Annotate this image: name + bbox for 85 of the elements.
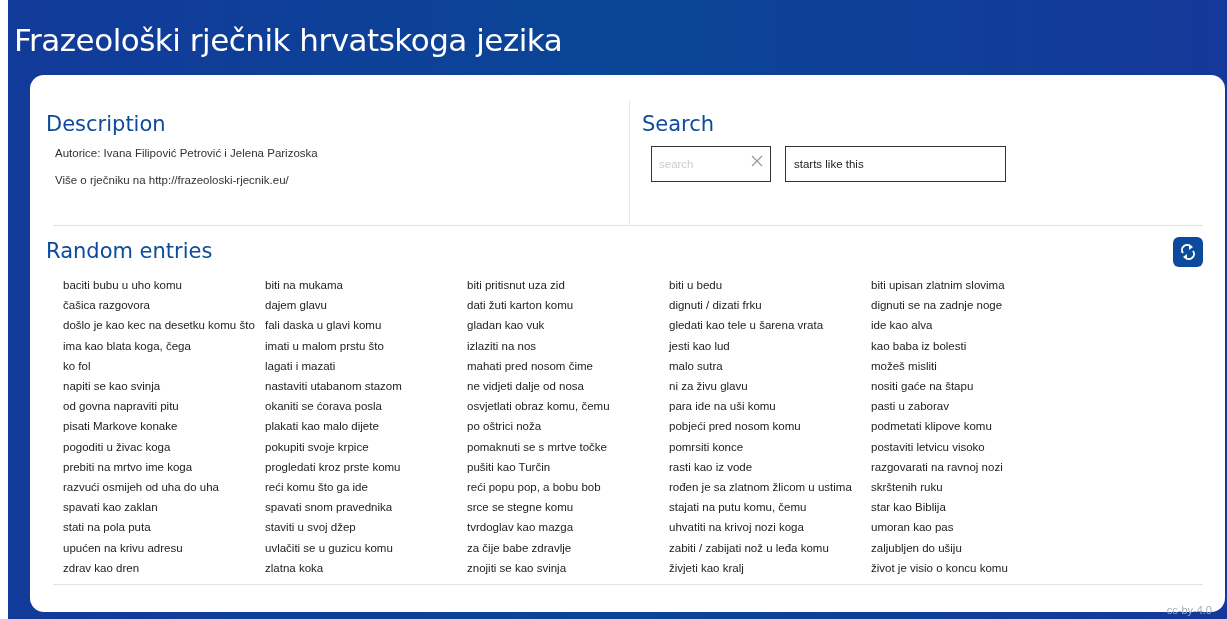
entry-link[interactable]: znojiti se kao svinja: [467, 560, 669, 576]
entry-link[interactable]: para ide na uši komu: [669, 399, 871, 414]
entry-link[interactable]: biti upisan zlatnim slovima: [871, 278, 1073, 293]
entry-link[interactable]: zdrav kao dren: [63, 560, 265, 576]
entry-link[interactable]: za čije babe zdravlje: [467, 540, 669, 555]
entry-link[interactable]: zlatna koka: [265, 560, 467, 576]
entry-link[interactable]: podmetati klipove komu: [871, 419, 1073, 434]
entry-link[interactable]: razgovarati na ravnoj nozi: [871, 459, 1073, 475]
entry-link[interactable]: pomaknuti se s mrtve točke: [467, 439, 669, 454]
entry-link[interactable]: pomrsiti konce: [669, 439, 871, 454]
entry-link[interactable]: ide kao alva: [871, 318, 1073, 333]
description-text: Autorice: Ivana Filipović Petrović i Jelena Parizoska: [55, 146, 319, 160]
entry-link[interactable]: pisati Markove konake: [63, 419, 265, 434]
entry-link[interactable]: uhvatiti na krivoj nozi koga: [669, 520, 871, 535]
entry-link[interactable]: stati na pola puta: [63, 520, 265, 535]
entry-link[interactable]: umoran kao pas: [871, 520, 1073, 535]
entry-link[interactable]: pobjeći pred nosom komu: [669, 419, 871, 434]
refresh-icon: [1180, 243, 1196, 261]
entry-link[interactable]: postaviti letvicu visoko: [871, 439, 1073, 454]
entry-link[interactable]: upućen na krivu adresu: [63, 540, 265, 555]
entry-link[interactable]: staviti u svoj džep: [265, 520, 467, 535]
entry-link[interactable]: kao baba iz bolesti: [871, 338, 1073, 353]
entry-link[interactable]: rođen je sa zlatnom žlicom u ustima: [669, 480, 871, 495]
entry-link[interactable]: spavati kao zaklan: [63, 500, 265, 515]
entry-link[interactable]: reći komu što ga ide: [265, 480, 467, 495]
entry-link[interactable]: star kao Biblija: [871, 500, 1073, 515]
entry-link[interactable]: progledati kroz prste komu: [265, 459, 467, 475]
entry-link[interactable]: pokupiti svoje krpice: [265, 439, 467, 454]
entry-link[interactable]: izlaziti na nos: [467, 338, 669, 353]
entry-link[interactable]: život je visio o koncu komu: [871, 560, 1073, 576]
section-heading: Search: [642, 111, 716, 138]
entry-link[interactable]: došlo je kao kec na desetku komu što: [63, 318, 265, 333]
entry-link[interactable]: dignuti / dizati frku: [669, 298, 871, 313]
match-mode-field[interactable]: starts like this: [785, 146, 1006, 182]
entry-link[interactable]: napiti se kao svinja: [63, 379, 265, 394]
entry-link[interactable]: stajati na putu komu, čemu: [669, 500, 871, 515]
entry-link[interactable]: živjeti kao kralj: [669, 560, 871, 576]
entry-link[interactable]: gladan kao vuk: [467, 318, 669, 333]
entry-link[interactable]: dignuti se na zadnje noge: [871, 298, 1073, 313]
clear-icon[interactable]: [751, 155, 763, 167]
description-text: Više o rječniku na http://frazeoloski-rjecnik.eu/: [55, 173, 290, 187]
entry-link[interactable]: okaniti se ćorava posla: [265, 399, 467, 414]
entry-link[interactable]: uvlačiti se u guzicu komu: [265, 540, 467, 555]
entry-link[interactable]: od govna napraviti pitu: [63, 399, 265, 414]
entry-link[interactable]: imati u malom prstu što: [265, 338, 467, 353]
entry-link[interactable]: jesti kao lud: [669, 338, 871, 353]
section-heading: Random entries: [46, 238, 213, 265]
entry-link[interactable]: po oštrici noža: [467, 419, 669, 434]
section-heading: Description: [46, 111, 167, 138]
entry-link[interactable]: malo sutra: [669, 358, 871, 373]
entry-link[interactable]: reći popu pop, a bobu bob: [467, 480, 669, 495]
entry-link[interactable]: pasti u zaborav: [871, 399, 1073, 414]
entry-link[interactable]: zaljubljen do ušiju: [871, 540, 1073, 555]
entry-link[interactable]: ne vidjeti dalje od nosa: [467, 379, 669, 394]
entry-link[interactable]: gledati kao tele u šarena vrata: [669, 318, 871, 333]
entry-link[interactable]: možeš misliti: [871, 358, 1073, 373]
entry-link[interactable]: lagati i mazati: [265, 358, 467, 373]
entry-link[interactable]: spavati snom pravednika: [265, 500, 467, 515]
entry-link[interactable]: prebiti na mrtvo ime koga: [63, 459, 265, 475]
entry-link[interactable]: plakati kao malo dijete: [265, 419, 467, 434]
entry-link[interactable]: rasti kao iz vode: [669, 459, 871, 475]
entry-link[interactable]: tvrdoglav kao mazga: [467, 520, 669, 535]
entry-link[interactable]: nastaviti utabanom stazom: [265, 379, 467, 394]
entry-link[interactable]: baciti bubu u uho komu: [63, 278, 265, 293]
entry-link[interactable]: razvući osmijeh od uha do uha: [63, 480, 265, 495]
entry-link[interactable]: biti na mukama: [265, 278, 467, 293]
page-title: Frazeološki rječnik hrvatskoga jezika: [14, 21, 564, 60]
entry-link[interactable]: pogoditi u živac koga: [63, 439, 265, 454]
entry-link[interactable]: nositi gaće na štapu: [871, 379, 1073, 394]
entry-link[interactable]: ima kao blata koga, čega: [63, 338, 265, 353]
entry-link[interactable]: dajem glavu: [265, 298, 467, 313]
entry-link[interactable]: fali daska u glavi komu: [265, 318, 467, 333]
refresh-button[interactable]: [1173, 237, 1203, 267]
entry-link[interactable]: skrštenih ruku: [871, 480, 1073, 495]
entry-link[interactable]: osvjetlati obraz komu, čemu: [467, 399, 669, 414]
entry-link[interactable]: srce se stegne komu: [467, 500, 669, 515]
entry-link[interactable]: biti u bedu: [669, 278, 871, 293]
entry-link[interactable]: ko fol: [63, 358, 265, 373]
entry-link[interactable]: biti pritisnut uza zid: [467, 278, 669, 293]
entry-link[interactable]: zabiti / zabijati nož u leđa komu: [669, 540, 871, 555]
entry-link[interactable]: ni za živu glavu: [669, 379, 871, 394]
entry-link[interactable]: mahati pred nosom čime: [467, 358, 669, 373]
entry-link[interactable]: dati žuti karton komu: [467, 298, 669, 313]
entry-link[interactable]: čašica razgovora: [63, 298, 265, 313]
entry-link[interactable]: pušiti kao Turčin: [467, 459, 669, 475]
